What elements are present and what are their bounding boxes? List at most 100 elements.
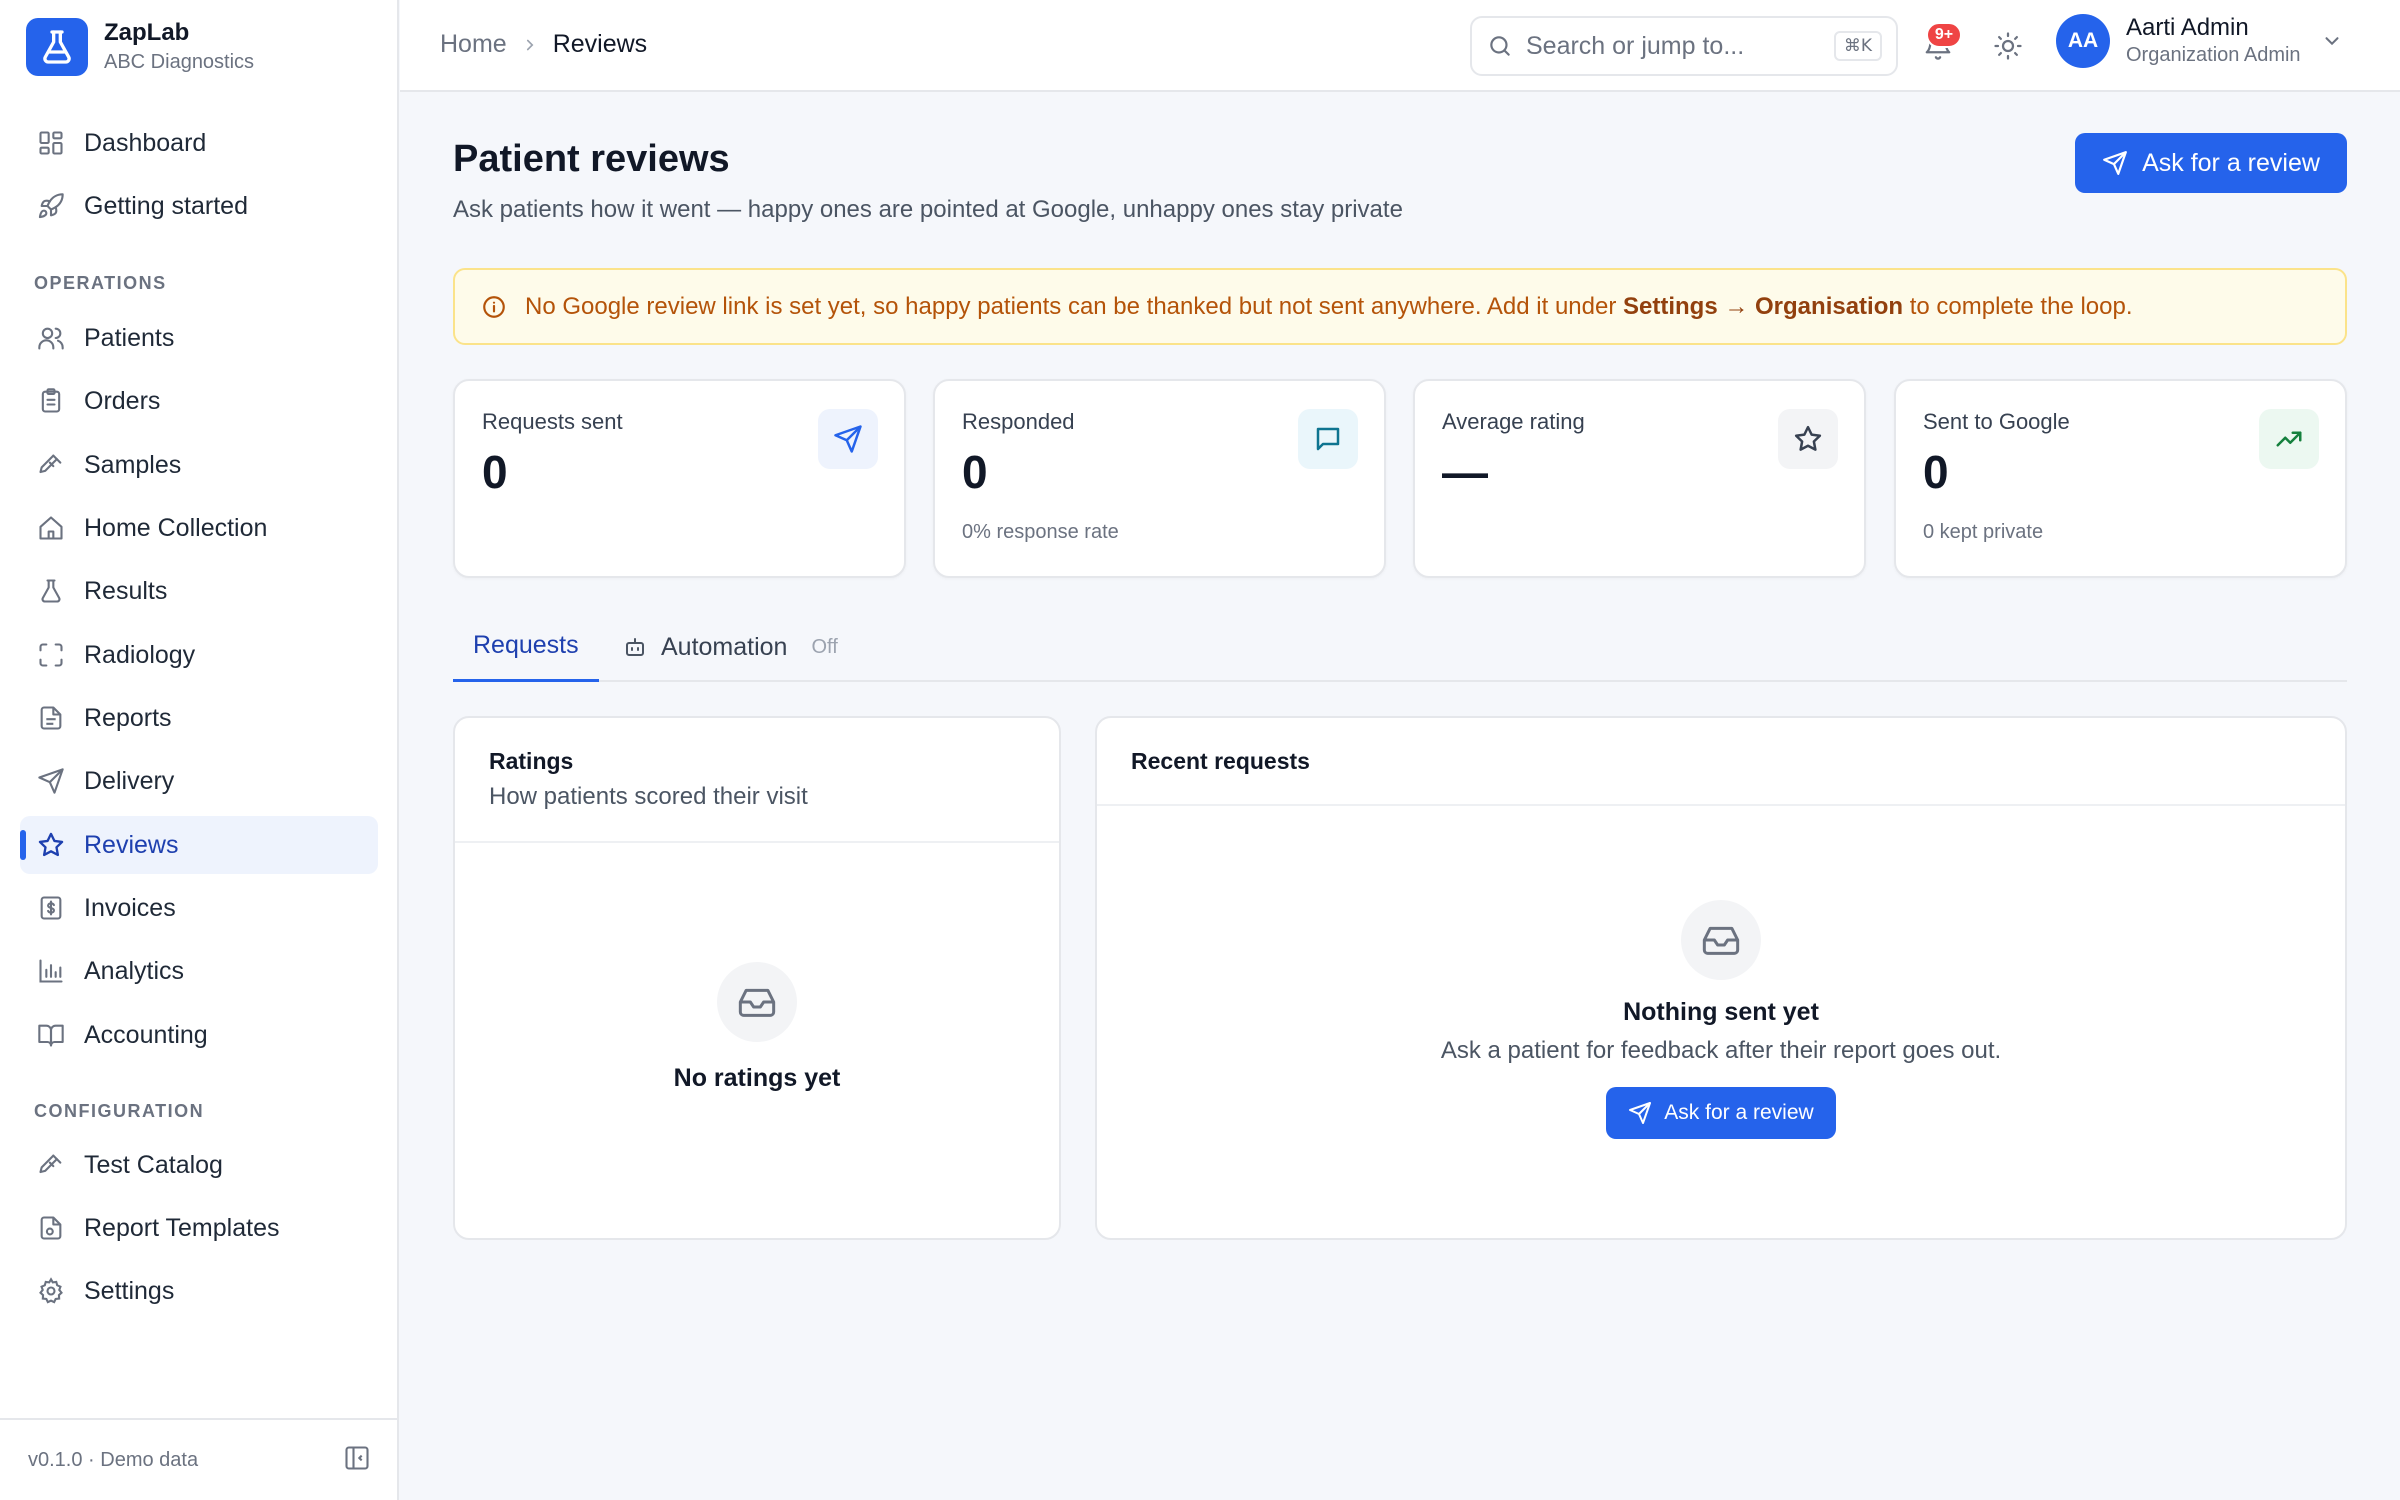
stat-card-average-rating: Average rating — — [1413, 379, 1866, 578]
active-indicator — [20, 830, 26, 860]
stat-value: 0 — [962, 446, 988, 498]
send-icon — [2102, 150, 2128, 176]
stat-card-requests-sent: Requests sent 0 — [453, 379, 906, 578]
sidebar-item-orders[interactable]: Orders — [20, 372, 378, 430]
pipette-icon — [36, 1150, 66, 1180]
warning-text-after: to complete the loop. — [1903, 292, 2133, 320]
warning-text-before: No Google review link is set yet, so hap… — [525, 292, 1623, 320]
requests-empty-subtitle: Ask a patient for feedback after their r… — [1440, 1037, 2002, 1064]
sidebar-item-label: Dashboard — [84, 128, 207, 157]
stat-label: Requests sent — [482, 409, 623, 434]
brand[interactable]: ZapLab ABC Diagnostics — [26, 18, 254, 76]
sidebar-item-patients[interactable]: Patients — [20, 309, 378, 367]
flask-icon — [36, 576, 66, 606]
stat-card-sent-to-google: Sent to Google 0 0 kept private — [1894, 379, 2347, 578]
tab-requests[interactable]: Requests — [453, 612, 599, 682]
user-name: Aarti Admin — [2126, 14, 2249, 41]
sidebar-item-settings[interactable]: Settings — [20, 1262, 378, 1320]
tab-requests-label: Requests — [473, 631, 579, 659]
user-menu[interactable]: AA Aarti Admin Organization Admin — [2056, 14, 2343, 68]
search-shortcut: ⌘K — [1833, 31, 1882, 61]
sidebar-item-label: Accounting — [84, 1020, 208, 1049]
automation-status: Off — [811, 635, 838, 658]
sidebar-item-label: Settings — [84, 1276, 175, 1305]
trending-up-icon — [2259, 409, 2319, 469]
collapse-sidebar-icon[interactable] — [343, 1444, 371, 1477]
search-input[interactable] — [1526, 31, 1806, 61]
ask-for-review-secondary-button[interactable]: Ask for a review — [1606, 1087, 1836, 1139]
ratings-subtitle: How patients scored their visit — [489, 783, 808, 810]
search-icon — [1486, 32, 1514, 60]
sidebar-item-test-catalog[interactable]: Test Catalog — [20, 1136, 378, 1194]
send-icon — [1628, 1101, 1652, 1125]
sidebar-item-label: Delivery — [84, 766, 175, 795]
ratings-empty-state: No ratings yet — [455, 962, 1059, 1093]
sidebar-item-samples[interactable]: Samples — [20, 436, 378, 494]
receipt-icon — [36, 893, 66, 923]
tab-automation[interactable]: Automation Off — [623, 612, 838, 682]
sidebar-item-results[interactable]: Results — [20, 562, 378, 620]
sidebar-item-delivery[interactable]: Delivery — [20, 752, 378, 810]
ratings-title: Ratings — [489, 748, 574, 774]
sidebar-item-dashboard[interactable]: Dashboard — [20, 114, 378, 172]
requests-empty-title: Nothing sent yet — [1623, 998, 1819, 1026]
warning-banner: No Google review link is set yet, so hap… — [453, 268, 2347, 345]
stat-sub: 0% response rate — [962, 521, 1119, 543]
clipboard-icon — [36, 386, 66, 416]
sidebar-item-reports[interactable]: Reports — [20, 689, 378, 747]
sidebar-item-accounting[interactable]: Accounting — [20, 1006, 378, 1064]
recent-requests-header: Recent requests — [1097, 718, 2345, 806]
requests-empty-state: Nothing sent yet Ask a patient for feedb… — [1097, 900, 2345, 1139]
section-label-operations: OPERATIONS — [34, 273, 167, 293]
sidebar-item-label: Orders — [84, 386, 161, 415]
sun-icon[interactable] — [1988, 26, 2028, 66]
sidebar-item-reviews[interactable]: Reviews — [20, 816, 378, 874]
rocket-icon — [36, 191, 66, 221]
breadcrumb-home[interactable]: Home — [440, 30, 507, 59]
info-icon — [481, 294, 507, 320]
settings-organisation-link[interactable]: Settings → Organisation — [1623, 293, 1903, 320]
sidebar-item-analytics[interactable]: Analytics — [20, 942, 378, 1000]
top-header: Home Reviews ⌘K 9+ AA Aarti Admin Organi… — [400, 0, 2400, 92]
sidebar-item-invoices[interactable]: Invoices — [20, 879, 378, 937]
send-icon — [36, 766, 66, 796]
ask-for-review-button[interactable]: Ask for a review — [2075, 133, 2347, 193]
brand-org: ABC Diagnostics — [104, 51, 255, 73]
star-icon — [36, 830, 66, 860]
tab-bar: Requests Automation Off — [453, 612, 2347, 682]
recent-requests-title: Recent requests — [1131, 748, 1310, 774]
stat-label: Responded — [962, 409, 1075, 434]
sidebar-item-home-collection[interactable]: Home Collection — [20, 499, 378, 557]
stat-value: 0 — [1923, 446, 1949, 498]
sidebar-item-label: Home Collection — [84, 513, 268, 542]
bar-chart-icon — [36, 956, 66, 986]
sidebar-item-radiology[interactable]: Radiology — [20, 626, 378, 684]
sidebar: ZapLab ABC Diagnostics Dashboard Getting… — [0, 0, 399, 1500]
ratings-card: Ratings How patients scored their visit … — [453, 716, 1061, 1240]
breadcrumb: Home Reviews — [440, 30, 647, 59]
file-text-icon — [36, 703, 66, 733]
recent-requests-card: Recent requests Nothing sent yet Ask a p… — [1095, 716, 2347, 1240]
file-cog-icon — [36, 1213, 66, 1243]
pipette-icon — [36, 450, 66, 480]
sidebar-item-label: Reviews — [84, 830, 179, 859]
send-icon — [818, 409, 878, 469]
sidebar-item-getting-started[interactable]: Getting started — [20, 177, 378, 235]
stat-sub: 0 kept private — [1923, 521, 2044, 543]
sidebar-footer: v0.1.0 · Demo data — [0, 1418, 399, 1500]
book-icon — [36, 1020, 66, 1050]
stat-label: Sent to Google — [1923, 409, 2070, 434]
chevron-right-icon — [521, 36, 539, 54]
sidebar-item-label: Reports — [84, 703, 172, 732]
sidebar-item-report-templates[interactable]: Report Templates — [20, 1199, 378, 1257]
tab-automation-label: Automation — [661, 632, 788, 661]
sidebar-item-label: Invoices — [84, 893, 176, 922]
search-box[interactable]: ⌘K — [1470, 16, 1898, 76]
sidebar-item-label: Test Catalog — [84, 1150, 223, 1179]
message-icon — [1298, 409, 1358, 469]
section-label-configuration: CONFIGURATION — [34, 1101, 205, 1121]
gear-icon — [36, 1276, 66, 1306]
sidebar-item-label: Samples — [84, 450, 182, 479]
sidebar-item-label: Results — [84, 576, 168, 605]
notification-badge: 9+ — [1926, 22, 1962, 48]
